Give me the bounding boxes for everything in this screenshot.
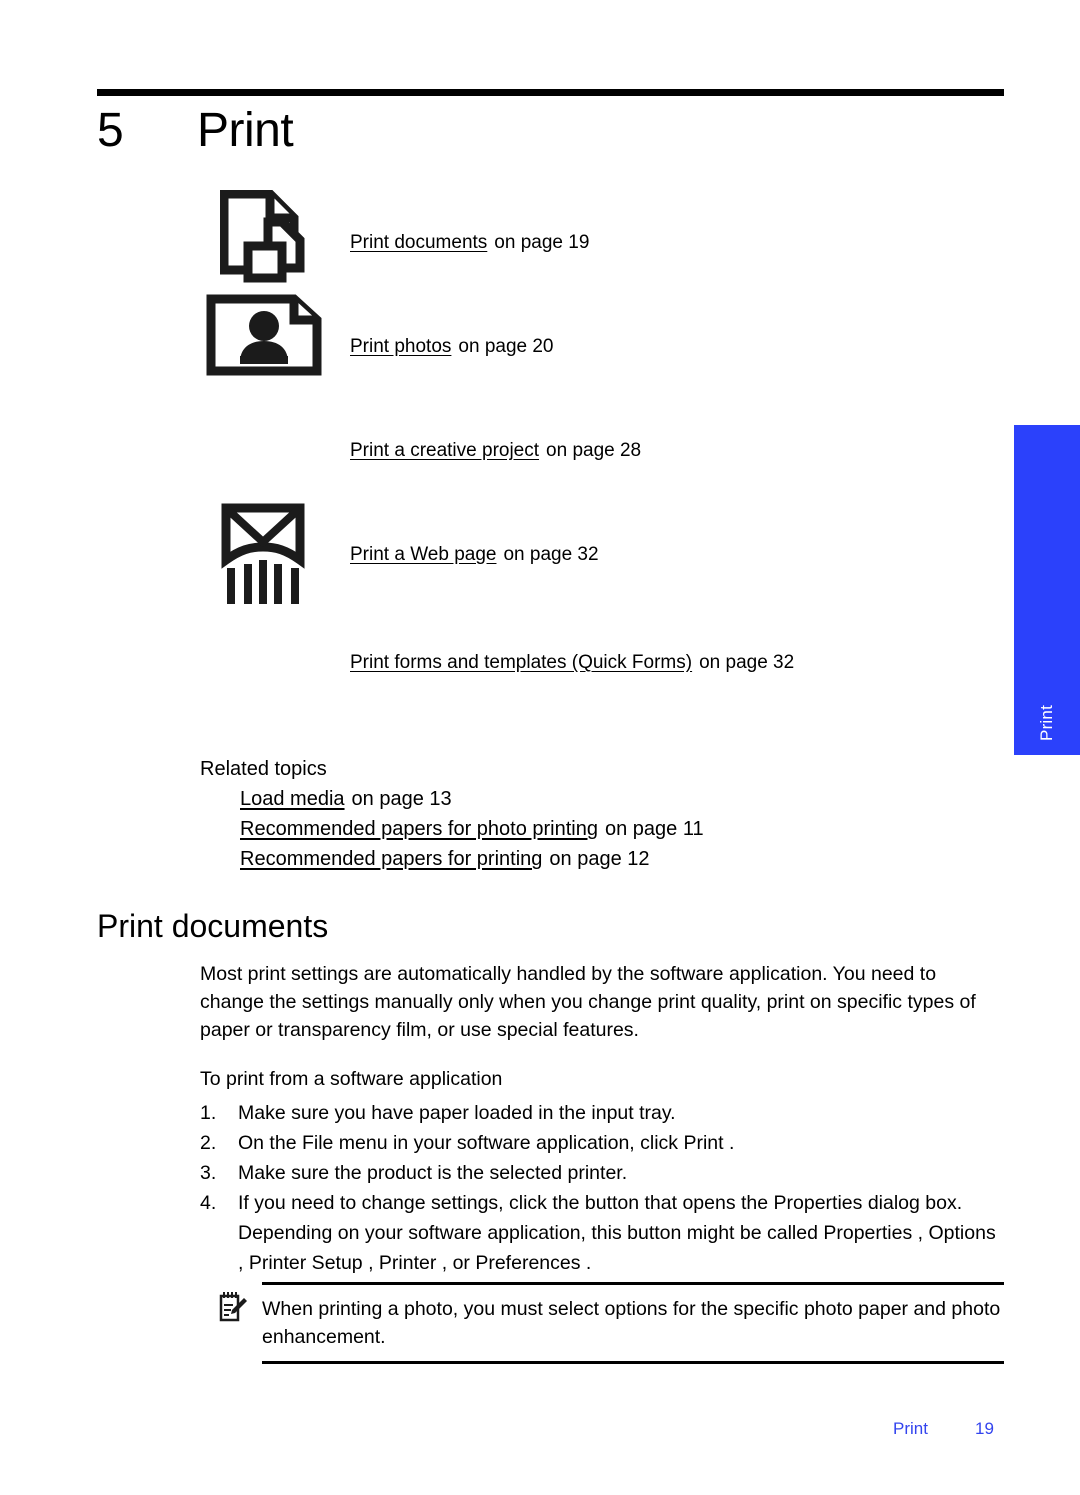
footer-chapter-label: Print: [893, 1419, 928, 1438]
procedure-step: 2. On the File menu in your software app…: [200, 1128, 1000, 1158]
section-heading: Print documents: [97, 908, 329, 944]
topic-link-row: Print a creative project on page 28: [200, 398, 1020, 502]
related-topic-item: Recommended papers for photo printing on …: [240, 818, 704, 841]
related-topics-title: Related topics: [200, 758, 327, 780]
topic-link-text: Print photos on page 20: [350, 294, 554, 358]
web-page-icon: [200, 502, 350, 610]
topic-link-text: Print a creative project on page 28: [350, 398, 641, 462]
step-text: If you need to change settings, click th…: [238, 1192, 996, 1274]
side-tab-print: Print: [1014, 425, 1080, 755]
document-page: Print 5 Print Print documents on page 19: [0, 0, 1080, 1495]
step-number: 4.: [200, 1192, 217, 1214]
procedure-step: 3. Make sure the product is the selected…: [200, 1158, 1000, 1188]
topic-link-text: Print a Web page on page 32: [350, 502, 599, 566]
topic-link-label[interactable]: Print a Web page: [350, 544, 496, 565]
note-box: When printing a photo, you must select o…: [219, 1282, 1004, 1364]
note-text: When printing a photo, you must select o…: [262, 1298, 1001, 1348]
step-text: Make sure the product is the selected pr…: [238, 1162, 628, 1184]
procedure-step: 4. If you need to change settings, click…: [200, 1188, 1000, 1278]
section-body-paragraph: Most print settings are automatically ha…: [200, 963, 976, 1041]
related-topic-suffix: on page 11: [605, 818, 704, 840]
topic-link-text: Print documents on page 19: [350, 190, 589, 254]
documents-icon: [200, 190, 350, 284]
step-number: 3.: [200, 1162, 217, 1184]
topic-link-row: Print forms and templates (Quick Forms) o…: [200, 610, 1020, 714]
topic-link-suffix: on page 28: [546, 440, 642, 461]
topic-link-list: Print documents on page 19 Print photos on…: [200, 190, 1020, 714]
topic-link-suffix: on page 32: [503, 544, 599, 565]
related-topic-label[interactable]: Load media: [240, 788, 345, 810]
step-number: 1.: [200, 1102, 217, 1124]
related-topic-label[interactable]: Recommended papers for printing: [240, 848, 542, 870]
step-text: Make sure you have paper loaded in the i…: [238, 1102, 676, 1124]
chapter-title: Print: [197, 104, 294, 157]
related-topic-suffix: on page 13: [351, 788, 452, 810]
procedure-title: To print from a software application: [200, 1068, 503, 1090]
topic-link-suffix: on page 20: [458, 336, 554, 357]
topic-link-row: Print photos on page 20: [200, 294, 1020, 398]
chapter-number: 5: [97, 104, 124, 157]
note-bottom-rule: [262, 1361, 1004, 1364]
related-topics: Related topics Load media on page 13 Reco…: [200, 758, 704, 871]
related-topic-item: Load media on page 13: [240, 788, 704, 811]
procedure-step: 1. Make sure you have paper loaded in th…: [200, 1098, 1000, 1128]
related-topic-item: Recommended papers for printing on page 1…: [240, 848, 704, 871]
photo-icon: [200, 294, 350, 376]
topic-link-label[interactable]: Print photos: [350, 336, 451, 357]
topic-link-suffix: on page 32: [699, 652, 795, 673]
header-rule: [97, 89, 1004, 96]
note-pencil-icon: [218, 1291, 248, 1323]
side-tab-label: Print: [1037, 705, 1056, 741]
related-topic-suffix: on page 12: [549, 848, 650, 870]
procedure-step-list: 1. Make sure you have paper loaded in th…: [200, 1098, 1000, 1278]
note-content: When printing a photo, you must select o…: [219, 1285, 1004, 1361]
step-text: On the File menu in your software applic…: [238, 1132, 735, 1154]
step-number: 2.: [200, 1132, 217, 1154]
chapter-heading: 5 Print: [97, 103, 294, 158]
topic-link-suffix: on page 19: [494, 232, 590, 253]
related-topic-label[interactable]: Recommended papers for photo printing: [240, 818, 598, 840]
topic-link-label[interactable]: Print forms and templates (Quick Forms): [350, 652, 692, 673]
topic-link-label[interactable]: Print documents: [350, 232, 487, 253]
topic-link-row: Print a Web page on page 32: [200, 502, 1020, 610]
topic-link-text: Print forms and templates (Quick Forms) o…: [350, 610, 794, 674]
footer-page-number: 19: [975, 1419, 994, 1438]
topic-link-row: Print documents on page 19: [200, 190, 1020, 294]
topic-link-label[interactable]: Print a creative project: [350, 440, 539, 461]
